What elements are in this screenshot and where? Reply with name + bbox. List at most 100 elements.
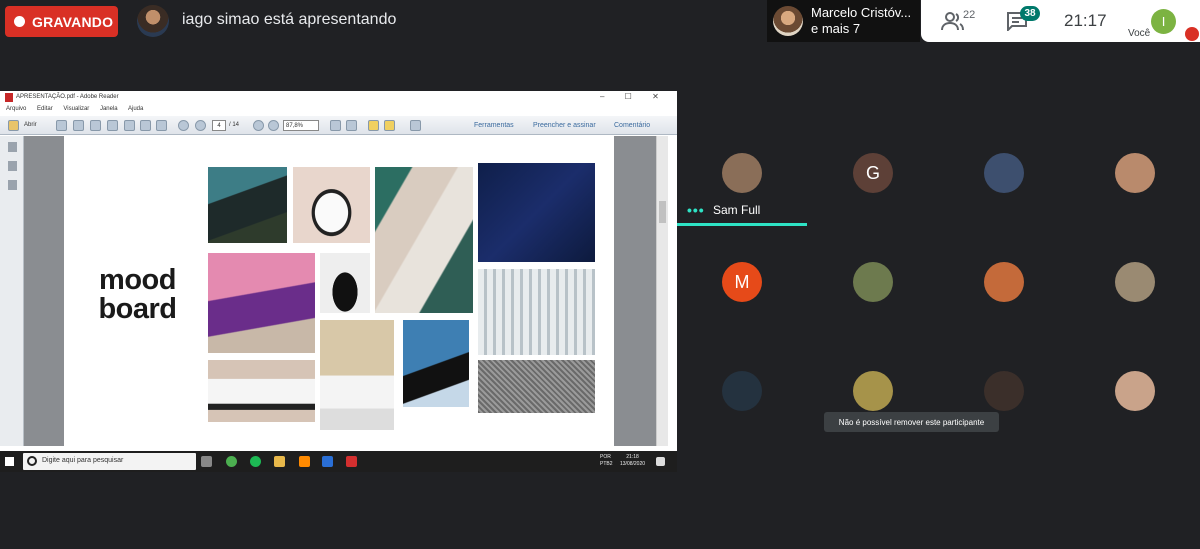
menu-janela[interactable]: Janela [100,106,118,112]
chat-count-badge: 38 [1020,6,1040,21]
participants-count: 22 [963,9,976,21]
pdf-page: mood board [64,136,614,446]
menu-visualizar[interactable]: Visualizar [63,106,89,112]
page-up-icon[interactable] [178,120,189,131]
open-button-label[interactable]: Abrir [24,122,37,128]
page-down-icon[interactable] [195,120,206,131]
meeting-clock: 21:17 [1064,11,1107,30]
photo-sock-boots [375,167,473,313]
participant-avatar[interactable] [853,262,893,302]
remove-participant-tooltip: Não é possível remover este participante [824,412,999,432]
participant-avatar[interactable] [853,371,893,411]
menu-editar[interactable]: Editar [37,106,53,112]
participant-avatar[interactable] [984,262,1024,302]
email-icon[interactable] [156,120,167,131]
cortana-icon [27,456,37,466]
people-line-1: Marcelo Cristóv... [811,5,912,20]
cloud-icon[interactable] [107,120,118,131]
print-icon[interactable] [140,120,151,131]
acrobat-icon[interactable] [346,456,357,467]
tools-link[interactable]: Ferramentas [474,122,514,129]
spotify-icon[interactable] [250,456,261,467]
participant-avatar[interactable] [722,153,762,193]
attachments-panel-icon[interactable] [8,161,17,171]
highlight-icon[interactable] [384,120,395,131]
recording-badge: GRAVANDO [5,6,118,37]
edit-icon[interactable] [73,120,84,131]
windows-start-icon[interactable] [5,457,14,466]
self-avatar[interactable]: I [1151,9,1176,34]
mood-board-title: mood board [98,264,177,325]
bookmarks-panel-icon[interactable] [8,180,17,190]
task-view-icon[interactable] [201,456,212,467]
photo-tying-shoes [208,167,287,243]
windows-taskbar: Digite aqui para pesquisar POR PTB2 21:1… [0,451,677,472]
reader-sidebar [0,136,24,446]
mic-off-icon [1185,27,1199,41]
people-panel[interactable]: Marcelo Cristóv... e mais 7 [767,0,920,42]
photo-mesh-fabric [478,360,595,413]
shared-screen: APRESENTAÇÃO.pdf - Adobe Reader – ☐ ✕ Ar… [0,91,677,472]
fit-page-icon[interactable] [330,120,341,131]
photo-white-boots [293,167,370,243]
adobe-reader-icon [5,93,13,102]
input-language[interactable]: POR PTB2 [600,454,613,468]
page-number-input[interactable]: 4 [212,120,226,131]
participant-avatar[interactable] [1115,153,1155,193]
zoom-out-icon[interactable] [253,120,264,131]
participant-avatar[interactable]: G [853,153,893,193]
participants-icon[interactable] [941,10,965,32]
photo-fabric-swatches [478,269,595,355]
photo-purple-shoe [208,253,315,353]
record-dot-icon [14,16,25,27]
fill-sign-link[interactable]: Preencher e assinar [533,122,596,129]
recording-label: GRAVANDO [32,13,114,30]
participant-avatar[interactable] [984,153,1024,193]
presenter-status-text: iago simao está apresentando [182,11,397,28]
taskbar-search-placeholder: Digite aqui para pesquisar [42,457,124,464]
menu-ajuda[interactable]: Ajuda [128,106,143,112]
participant-avatar[interactable] [722,371,762,411]
zoom-in-icon[interactable] [268,120,279,131]
menu-arquivo[interactable]: Arquivo [6,106,26,112]
participant-avatar[interactable] [1115,371,1155,411]
pages-panel-icon[interactable] [8,142,17,152]
window-controls[interactable]: – ☐ ✕ [600,92,668,101]
sign-icon[interactable] [90,120,101,131]
reader-toolbar: Abrir 4 / 14 87,8% Ferramentas Preencher… [0,116,677,135]
people-summary: Marcelo Cristóv... e mais 7 [811,5,911,37]
people-line-2: e mais 7 [811,21,861,36]
photo-combat-boots [403,320,469,407]
illustrator-icon[interactable] [299,456,310,467]
reader-titlebar: APRESENTAÇÃO.pdf - Adobe Reader – ☐ ✕ [0,91,677,104]
open-folder-icon[interactable] [8,120,19,131]
scrollbar-thumb[interactable] [659,201,666,223]
file-explorer-icon[interactable] [274,456,285,467]
photoshop-icon[interactable] [322,456,333,467]
create-pdf-icon[interactable] [56,120,67,131]
notifications-icon[interactable] [656,457,665,466]
taskbar-search[interactable]: Digite aqui para pesquisar [23,453,196,470]
photo-black-boots [320,253,370,313]
document-area: mood board [24,136,656,446]
presenter-avatar [137,5,169,37]
system-clock[interactable]: 21:18 13/08/2020 [620,454,645,468]
fullscreen-icon[interactable] [410,120,421,131]
participant-avatar[interactable] [1115,262,1155,302]
zoom-select[interactable]: 87,8% [283,120,319,131]
save-icon[interactable] [124,120,135,131]
self-label: Você [1128,28,1151,39]
chrome-icon[interactable] [226,456,237,467]
fit-width-icon[interactable] [346,120,357,131]
meeting-controls: 22 38 21:17 I Você [921,0,1200,42]
comment-icon[interactable] [368,120,379,131]
document-scrollbar[interactable] [656,136,668,446]
reader-title: APRESENTAÇÃO.pdf - Adobe Reader [16,94,119,100]
people-avatar [773,6,803,36]
participant-avatar[interactable] [984,371,1024,411]
page-total: / 14 [229,122,240,128]
participant-avatar[interactable]: M [722,262,762,302]
comment-link[interactable]: Comentário [614,122,650,129]
photo-chelsea-boot [208,360,315,422]
participant-grid: G M ••• Sam Full Não é possível remover e… [677,119,1200,447]
